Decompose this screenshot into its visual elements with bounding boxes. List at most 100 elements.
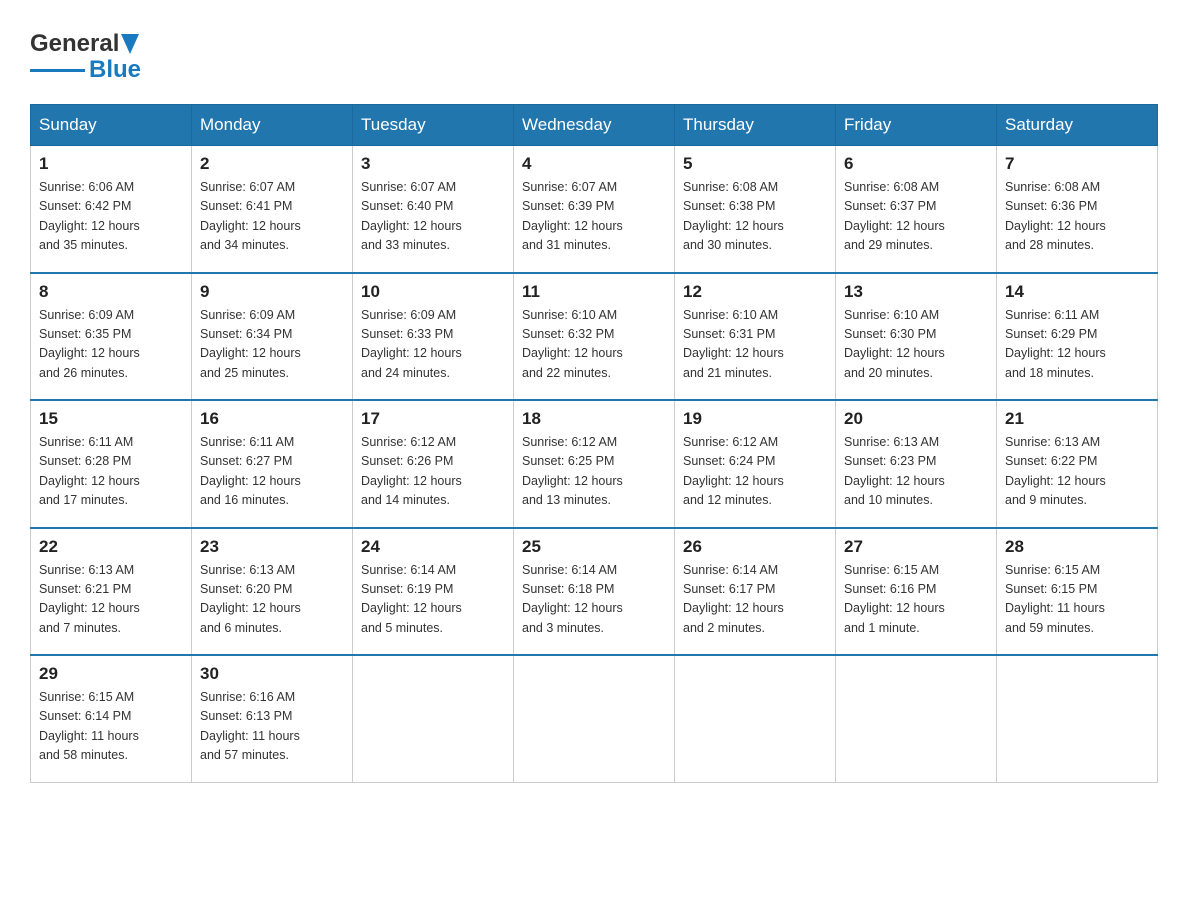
day-info: Sunrise: 6:10 AMSunset: 6:30 PMDaylight:… (844, 308, 945, 380)
calendar-cell: 26Sunrise: 6:14 AMSunset: 6:17 PMDayligh… (675, 528, 836, 656)
day-number: 17 (361, 409, 505, 429)
day-info: Sunrise: 6:13 AMSunset: 6:22 PMDaylight:… (1005, 435, 1106, 507)
col-header-monday: Monday (192, 105, 353, 146)
day-info: Sunrise: 6:10 AMSunset: 6:31 PMDaylight:… (683, 308, 784, 380)
day-info: Sunrise: 6:08 AMSunset: 6:37 PMDaylight:… (844, 180, 945, 252)
calendar-cell: 1Sunrise: 6:06 AMSunset: 6:42 PMDaylight… (31, 146, 192, 273)
calendar-week-row: 15 Sunrise: 6:11 AMSunset: 6:28 PMDayligh… (31, 400, 1158, 528)
day-info: Sunrise: 6:12 AMSunset: 6:26 PMDaylight:… (361, 435, 462, 507)
calendar-cell: 27 Sunrise: 6:15 AMSunset: 6:16 PMDayligh… (836, 528, 997, 656)
day-info: Sunrise: 6:08 AMSunset: 6:36 PMDaylight:… (1005, 180, 1106, 252)
day-number: 13 (844, 282, 988, 302)
day-number: 3 (361, 154, 505, 174)
calendar-cell: 8Sunrise: 6:09 AMSunset: 6:35 PMDaylight… (31, 273, 192, 401)
calendar-cell: 30 Sunrise: 6:16 AMSunset: 6:13 PMDayligh… (192, 655, 353, 782)
day-info: Sunrise: 6:07 AMSunset: 6:40 PMDaylight:… (361, 180, 462, 252)
calendar-cell: 2 Sunrise: 6:07 AMSunset: 6:41 PMDaylight… (192, 146, 353, 273)
day-number: 27 (844, 537, 988, 557)
calendar-cell: 6 Sunrise: 6:08 AMSunset: 6:37 PMDaylight… (836, 146, 997, 273)
calendar-week-row: 29 Sunrise: 6:15 AMSunset: 6:14 PMDayligh… (31, 655, 1158, 782)
day-number: 28 (1005, 537, 1149, 557)
calendar-cell: 29 Sunrise: 6:15 AMSunset: 6:14 PMDayligh… (31, 655, 192, 782)
day-number: 5 (683, 154, 827, 174)
day-number: 7 (1005, 154, 1149, 174)
day-number: 6 (844, 154, 988, 174)
logo-blue: Blue (89, 56, 141, 84)
day-info: Sunrise: 6:11 AMSunset: 6:29 PMDaylight:… (1005, 308, 1106, 380)
col-header-friday: Friday (836, 105, 997, 146)
day-number: 18 (522, 409, 666, 429)
day-info: Sunrise: 6:08 AMSunset: 6:38 PMDaylight:… (683, 180, 784, 252)
day-info: Sunrise: 6:12 AMSunset: 6:24 PMDaylight:… (683, 435, 784, 507)
calendar-table: SundayMondayTuesdayWednesdayThursdayFrid… (30, 104, 1158, 783)
day-info: Sunrise: 6:13 AMSunset: 6:21 PMDaylight:… (39, 563, 140, 635)
col-header-sunday: Sunday (31, 105, 192, 146)
logo-general: General (30, 30, 119, 58)
day-info: Sunrise: 6:09 AMSunset: 6:33 PMDaylight:… (361, 308, 462, 380)
col-header-saturday: Saturday (997, 105, 1158, 146)
day-number: 12 (683, 282, 827, 302)
col-header-tuesday: Tuesday (353, 105, 514, 146)
calendar-cell: 10 Sunrise: 6:09 AMSunset: 6:33 PMDayligh… (353, 273, 514, 401)
day-number: 26 (683, 537, 827, 557)
calendar-header-row: SundayMondayTuesdayWednesdayThursdayFrid… (31, 105, 1158, 146)
calendar-cell (675, 655, 836, 782)
day-number: 20 (844, 409, 988, 429)
calendar-cell: 5 Sunrise: 6:08 AMSunset: 6:38 PMDaylight… (675, 146, 836, 273)
day-info: Sunrise: 6:07 AMSunset: 6:41 PMDaylight:… (200, 180, 301, 252)
calendar-cell: 14 Sunrise: 6:11 AMSunset: 6:29 PMDayligh… (997, 273, 1158, 401)
calendar-cell: 25 Sunrise: 6:14 AMSunset: 6:18 PMDayligh… (514, 528, 675, 656)
calendar-cell: 18Sunrise: 6:12 AMSunset: 6:25 PMDayligh… (514, 400, 675, 528)
calendar-week-row: 8Sunrise: 6:09 AMSunset: 6:35 PMDaylight… (31, 273, 1158, 401)
day-info: Sunrise: 6:11 AMSunset: 6:28 PMDaylight:… (39, 435, 140, 507)
col-header-wednesday: Wednesday (514, 105, 675, 146)
calendar-cell: 22 Sunrise: 6:13 AMSunset: 6:21 PMDayligh… (31, 528, 192, 656)
logo-triangle-icon (121, 34, 139, 54)
calendar-cell: 15 Sunrise: 6:11 AMSunset: 6:28 PMDayligh… (31, 400, 192, 528)
day-info: Sunrise: 6:07 AMSunset: 6:39 PMDaylight:… (522, 180, 623, 252)
calendar-cell: 13 Sunrise: 6:10 AMSunset: 6:30 PMDayligh… (836, 273, 997, 401)
day-info: Sunrise: 6:09 AMSunset: 6:34 PMDaylight:… (200, 308, 301, 380)
calendar-cell: 4 Sunrise: 6:07 AMSunset: 6:39 PMDaylight… (514, 146, 675, 273)
calendar-cell: 11Sunrise: 6:10 AMSunset: 6:32 PMDayligh… (514, 273, 675, 401)
day-number: 10 (361, 282, 505, 302)
day-number: 23 (200, 537, 344, 557)
day-info: Sunrise: 6:09 AMSunset: 6:35 PMDaylight:… (39, 308, 140, 380)
calendar-cell (836, 655, 997, 782)
calendar-cell: 20 Sunrise: 6:13 AMSunset: 6:23 PMDayligh… (836, 400, 997, 528)
calendar-cell: 3 Sunrise: 6:07 AMSunset: 6:40 PMDaylight… (353, 146, 514, 273)
day-info: Sunrise: 6:11 AMSunset: 6:27 PMDaylight:… (200, 435, 301, 507)
calendar-cell (997, 655, 1158, 782)
day-info: Sunrise: 6:10 AMSunset: 6:32 PMDaylight:… (522, 308, 623, 380)
day-number: 19 (683, 409, 827, 429)
day-number: 4 (522, 154, 666, 174)
day-number: 25 (522, 537, 666, 557)
day-number: 30 (200, 664, 344, 684)
day-number: 9 (200, 282, 344, 302)
day-info: Sunrise: 6:15 AMSunset: 6:14 PMDaylight:… (39, 690, 139, 762)
day-number: 22 (39, 537, 183, 557)
day-info: Sunrise: 6:14 AMSunset: 6:18 PMDaylight:… (522, 563, 623, 635)
calendar-cell: 23 Sunrise: 6:13 AMSunset: 6:20 PMDayligh… (192, 528, 353, 656)
col-header-thursday: Thursday (675, 105, 836, 146)
calendar-cell: 21 Sunrise: 6:13 AMSunset: 6:22 PMDayligh… (997, 400, 1158, 528)
calendar-cell (353, 655, 514, 782)
calendar-cell: 28Sunrise: 6:15 AMSunset: 6:15 PMDayligh… (997, 528, 1158, 656)
day-number: 21 (1005, 409, 1149, 429)
day-number: 24 (361, 537, 505, 557)
day-number: 15 (39, 409, 183, 429)
day-number: 2 (200, 154, 344, 174)
day-info: Sunrise: 6:13 AMSunset: 6:20 PMDaylight:… (200, 563, 301, 635)
day-number: 16 (200, 409, 344, 429)
day-number: 29 (39, 664, 183, 684)
calendar-week-row: 1Sunrise: 6:06 AMSunset: 6:42 PMDaylight… (31, 146, 1158, 273)
day-number: 14 (1005, 282, 1149, 302)
calendar-cell (514, 655, 675, 782)
calendar-cell: 19 Sunrise: 6:12 AMSunset: 6:24 PMDayligh… (675, 400, 836, 528)
day-info: Sunrise: 6:15 AMSunset: 6:16 PMDaylight:… (844, 563, 945, 635)
day-info: Sunrise: 6:16 AMSunset: 6:13 PMDaylight:… (200, 690, 300, 762)
day-info: Sunrise: 6:13 AMSunset: 6:23 PMDaylight:… (844, 435, 945, 507)
page-header: General Blue (30, 30, 1158, 84)
day-info: Sunrise: 6:14 AMSunset: 6:19 PMDaylight:… (361, 563, 462, 635)
day-number: 1 (39, 154, 183, 174)
